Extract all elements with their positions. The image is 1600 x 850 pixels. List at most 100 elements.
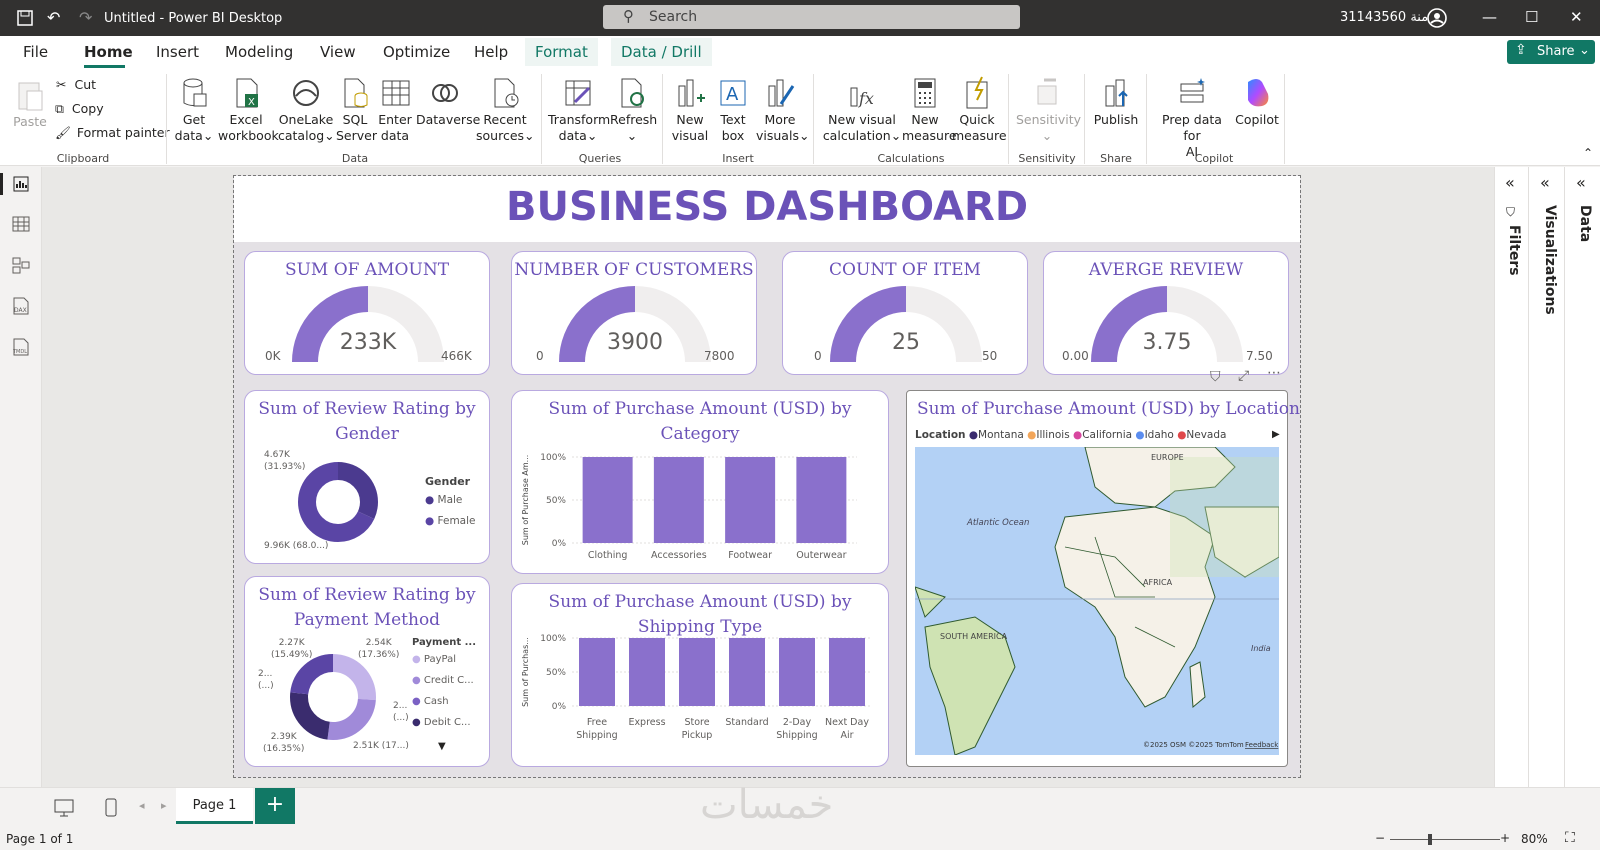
legend-item[interactable]: ●Illinois xyxy=(1027,429,1070,441)
redo-icon[interactable]: ↷ xyxy=(79,8,92,27)
map-feedback-link[interactable]: Feedback xyxy=(1245,741,1279,749)
collapse-ribbon-icon[interactable]: ⌃ xyxy=(1583,146,1593,160)
zoom-in-icon[interactable]: + xyxy=(1500,831,1510,845)
bar[interactable] xyxy=(629,638,665,706)
prep-data-ai-button[interactable]: Prep data for AI xyxy=(1154,76,1230,160)
table-view-icon[interactable] xyxy=(12,215,30,233)
legend-item[interactable]: ●Montana xyxy=(969,429,1024,441)
kpi-card[interactable]: SUM OF AMOUNT 233K 0K 466K xyxy=(244,251,490,375)
legend-next-icon[interactable]: ▶ xyxy=(1272,429,1280,440)
map-view[interactable]: EUROPE AFRICA SOUTH AMERICA Atlantic Oce… xyxy=(915,447,1279,755)
copilot-button[interactable]: Copilot xyxy=(1232,76,1282,128)
sql-server-button[interactable]: SQL Server xyxy=(336,76,377,144)
report-view-icon[interactable] xyxy=(12,175,30,193)
tab-data-drill[interactable]: Data / Drill xyxy=(611,38,712,66)
bar[interactable] xyxy=(796,457,847,543)
legend-item[interactable]: ● Female xyxy=(425,515,475,527)
gender-donut-card[interactable]: Sum of Review Rating by Gender 4.67K (31.9… xyxy=(244,390,490,564)
tab-home[interactable]: Home xyxy=(84,43,133,61)
bar[interactable] xyxy=(779,638,815,706)
text-box-button[interactable]: A Text box xyxy=(714,76,752,144)
search-box[interactable]: ⚲ Search xyxy=(603,5,1020,29)
enter-data-button[interactable]: Enter data xyxy=(376,76,414,144)
bar[interactable] xyxy=(679,638,715,706)
new-visual-button[interactable]: New visual xyxy=(670,76,710,144)
kpi-card[interactable]: AVERGE REVIEW 3.75 0.00 7.50 xyxy=(1043,251,1289,375)
copy-button[interactable]: ⧉ Copy xyxy=(55,101,104,117)
location-map-card[interactable]: Sum of Purchase Amount (USD) by Location… xyxy=(906,390,1300,767)
account-icon[interactable] xyxy=(1426,7,1448,29)
maximize-icon[interactable]: ☐ xyxy=(1525,8,1538,26)
filters-pane-tab[interactable]: Filters xyxy=(1506,225,1522,276)
publish-button[interactable]: Publish xyxy=(1092,76,1140,128)
kpi-card[interactable]: NUMBER OF CUSTOMERS 3900 0 7800 xyxy=(511,251,757,375)
transform-data-button[interactable]: Transform data⌄ xyxy=(548,76,610,144)
expand-visualizations-icon[interactable]: « xyxy=(1540,173,1550,192)
paste-button[interactable]: Paste xyxy=(10,78,50,130)
legend-item[interactable]: ● PayPal xyxy=(412,654,456,665)
tab-help[interactable]: Help xyxy=(474,43,508,61)
legend-item[interactable]: ● Cash xyxy=(412,696,449,707)
legend-item[interactable]: ●Nevada xyxy=(1177,429,1226,441)
legend-item[interactable]: ● Male xyxy=(425,494,462,506)
zoom-slider-thumb[interactable] xyxy=(1428,834,1432,845)
payment-donut-card[interactable]: Sum of Review Rating by Payment Method 2.… xyxy=(244,576,490,767)
next-page-icon[interactable]: ▸ xyxy=(161,799,167,812)
bar[interactable] xyxy=(582,457,633,543)
filter-icon[interactable]: ⛉ xyxy=(1210,369,1221,385)
zoom-out-icon[interactable]: − xyxy=(1375,831,1385,845)
tab-optimize[interactable]: Optimize xyxy=(383,43,450,61)
tab-modeling[interactable]: Modeling xyxy=(225,43,293,61)
focus-mode-icon[interactable]: ⤢ xyxy=(1238,368,1249,384)
more-visuals-button[interactable]: More visuals⌄ xyxy=(756,76,809,144)
refresh-button[interactable]: Refresh ⌄ xyxy=(610,76,657,144)
shipping-bar-card[interactable]: Sum of Purchase Amount (USD) by Shipping … xyxy=(511,583,889,767)
legend-item[interactable]: ●California xyxy=(1073,429,1132,441)
tmdl-view-icon[interactable]: TMDL xyxy=(10,337,32,359)
tab-insert[interactable]: Insert xyxy=(156,43,199,61)
onelake-button[interactable]: OneLake catalog⌄ xyxy=(278,76,335,144)
excel-workbook-button[interactable]: X Excel workbook xyxy=(218,76,279,144)
bar[interactable] xyxy=(725,457,776,543)
bar[interactable] xyxy=(579,638,615,706)
dax-query-view-icon[interactable]: DAX xyxy=(10,296,32,318)
add-page-button[interactable]: + xyxy=(255,788,295,824)
tab-view[interactable]: View xyxy=(320,43,356,61)
visualizations-pane-tab[interactable]: Visualizations xyxy=(1542,205,1558,315)
legend-item[interactable]: ● Credit C... xyxy=(412,675,474,686)
fit-to-page-icon[interactable]: ⛶ xyxy=(1565,830,1575,846)
expand-filters-icon[interactable]: « xyxy=(1505,173,1515,192)
new-visual-calculation-button[interactable]: fx New visual calculation⌄ xyxy=(822,76,902,144)
legend-item[interactable]: ●Idaho xyxy=(1135,429,1173,441)
format-painter-button[interactable]: 🖌 Format painter xyxy=(55,125,170,141)
new-measure-button[interactable]: New measure xyxy=(902,76,957,144)
legend-scroll-down-icon[interactable]: ▼ xyxy=(438,741,446,752)
tab-format[interactable]: Format xyxy=(525,38,598,66)
legend-item[interactable]: ● Debit C... xyxy=(412,717,471,728)
page-tab[interactable]: Page 1 xyxy=(176,788,253,824)
get-data-button[interactable]: Get data⌄ xyxy=(174,76,214,144)
share-button[interactable]: ⇪ Share ⌄ xyxy=(1507,40,1595,64)
bar[interactable] xyxy=(653,457,704,543)
dataverse-button[interactable]: Dataverse xyxy=(416,76,480,128)
bar[interactable] xyxy=(829,638,865,706)
category-bar-card[interactable]: Sum of Purchase Amount (USD) by Category … xyxy=(511,390,889,574)
recent-sources-button[interactable]: Recent sources⌄ xyxy=(476,76,535,144)
tab-file[interactable]: File xyxy=(23,43,48,61)
model-view-icon[interactable] xyxy=(12,256,30,274)
minimize-icon[interactable]: — xyxy=(1482,8,1497,26)
quick-measure-button[interactable]: Quick measure xyxy=(952,76,1007,144)
cut-button[interactable]: ✂ Cut xyxy=(56,77,96,92)
close-icon[interactable]: ✕ xyxy=(1570,8,1583,26)
prev-page-icon[interactable]: ◂ xyxy=(139,799,145,812)
data-pane-tab[interactable]: Data xyxy=(1577,205,1593,242)
zoom-slider[interactable] xyxy=(1390,839,1500,840)
desktop-layout-icon[interactable] xyxy=(53,798,75,818)
mobile-layout-icon[interactable] xyxy=(103,797,119,819)
kpi-card[interactable]: COUNT OF ITEM 25 0 50 xyxy=(782,251,1028,375)
more-options-icon[interactable]: ⋯ xyxy=(1267,365,1281,381)
bar[interactable] xyxy=(729,638,765,706)
undo-icon[interactable]: ↶ xyxy=(47,8,60,27)
expand-data-icon[interactable]: « xyxy=(1576,173,1586,192)
save-icon[interactable] xyxy=(16,9,34,27)
